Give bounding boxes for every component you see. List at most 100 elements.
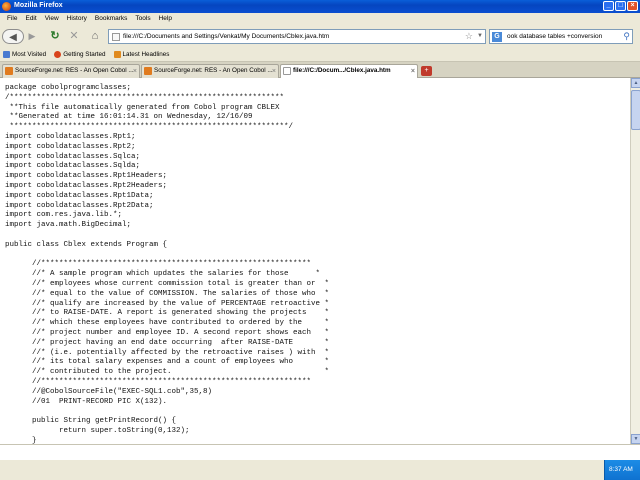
code-line: **Generated at time 16:01:14.31 on Wedne… xyxy=(5,113,253,122)
menu-help[interactable]: Help xyxy=(155,13,176,25)
stop-button[interactable]: ✕ xyxy=(68,29,80,44)
status-bar xyxy=(0,460,604,480)
code-line: return super.toString(0,132); xyxy=(5,426,190,435)
code-line: import coboldataclasses.Rpt1; xyxy=(5,132,136,141)
tab-label: file:///C:/Docum.../Cblex.java.htm xyxy=(293,67,391,74)
menu-bar: File Edit View History Bookmarks Tools H… xyxy=(0,13,640,25)
code-line: //* its total salary expenses and a coun… xyxy=(5,358,330,367)
tab-close-icon[interactable]: × xyxy=(133,66,137,78)
search-input[interactable]: ook database tables +conversion xyxy=(507,33,617,40)
tab-sourceforge-2[interactable]: SourceForge.net: RES - An Open Cobol ...… xyxy=(141,64,279,78)
tab-sourceforge-1[interactable]: SourceForge.net: RES - An Open Cobol ...… xyxy=(2,64,140,78)
vertical-scrollbar[interactable]: ▲ ▼ xyxy=(630,78,640,444)
code-line: import java.math.BigDecimal; xyxy=(5,221,132,230)
code-line: import coboldataclasses.Rpt1Data; xyxy=(5,191,154,200)
search-bar[interactable]: G ook database tables +conversion ⚲ xyxy=(489,29,633,44)
code-line: } xyxy=(5,436,37,444)
code-line: //@CobolSourceFile("EXEC-SQL1.cob",35,8) xyxy=(5,387,213,396)
code-line: **This file automatically generated from… xyxy=(5,103,280,112)
code-line: //* qualify are increased by the value o… xyxy=(5,299,330,308)
search-icon[interactable]: ⚲ xyxy=(623,31,630,42)
bookmark-label: Most Visited xyxy=(12,51,47,58)
code-line: //* contributed to the project. * xyxy=(5,368,330,377)
code-line: //01 PRINT-RECORD PIC X(132). xyxy=(5,397,168,406)
bookmarks-toolbar: Most Visited Getting Started Latest Head… xyxy=(0,48,640,62)
code-line: import coboldataclasses.Sqlca; xyxy=(5,152,141,161)
title-bar: Mozilla Firefox _ □ × xyxy=(0,0,640,13)
source-code: package cobolprogramclasses;/***********… xyxy=(0,78,630,444)
bookmark-getting-started[interactable]: Getting Started xyxy=(54,48,106,61)
code-line: ****************************************… xyxy=(5,123,294,132)
scroll-up-arrow[interactable]: ▲ xyxy=(631,78,640,88)
tab-cblex-java[interactable]: file:///C:/Docum.../Cblex.java.htm × xyxy=(280,64,418,79)
home-button[interactable]: ⌂ xyxy=(88,29,102,44)
search-engine-icon[interactable]: G xyxy=(492,32,502,42)
code-line: import coboldataclasses.Sqlda; xyxy=(5,162,141,171)
window-controls: _ □ × xyxy=(603,1,638,11)
code-line: //* to RAISE-DATE. A report is generated… xyxy=(5,309,330,318)
getting-started-icon xyxy=(54,51,62,58)
code-line: //* which these employees have contribut… xyxy=(5,319,330,328)
code-line: public class Cblex extends Program { xyxy=(5,240,168,249)
menu-bookmarks[interactable]: Bookmarks xyxy=(91,13,132,25)
tab-close-icon[interactable]: × xyxy=(411,66,415,78)
system-tray: 8:37 AM xyxy=(604,460,640,480)
window-title: Mozilla Firefox xyxy=(14,2,63,9)
bookmark-most-visited[interactable]: Most Visited xyxy=(3,48,46,61)
sourceforge-icon xyxy=(5,67,13,75)
bookmark-star-icon[interactable]: ☆ xyxy=(465,31,473,42)
document-icon xyxy=(283,67,291,75)
code-line: public String getPrintRecord() { xyxy=(5,417,177,426)
code-line: //* (i.e. potentially affected by the re… xyxy=(5,348,330,357)
code-line: package cobolprogramclasses; xyxy=(5,84,132,92)
navigation-toolbar: ◀ ▶ ↻ ✕ ⌂ file:///C:/Documents and Setti… xyxy=(0,25,640,48)
scroll-thumb[interactable] xyxy=(631,90,640,130)
code-line: //* project number and employee ID. A se… xyxy=(5,328,330,337)
tab-bar: SourceForge.net: RES - An Open Cobol ...… xyxy=(0,62,640,79)
clock: 8:37 AM xyxy=(609,466,633,473)
bookmark-label: Latest Headlines xyxy=(122,51,170,58)
url-dropdown-icon[interactable]: ▼ xyxy=(477,33,483,39)
code-line: /***************************************… xyxy=(5,93,285,102)
back-button[interactable]: ◀ xyxy=(2,29,24,44)
code-line: //* project having an end date occurring… xyxy=(5,338,330,347)
code-line: import coboldataclasses.Rpt2; xyxy=(5,142,136,151)
code-line: import coboldataclasses.Rpt2Data; xyxy=(5,201,154,210)
code-line: //**************************************… xyxy=(5,260,312,269)
code-line: //**************************************… xyxy=(5,377,312,386)
minimize-button[interactable]: _ xyxy=(603,1,614,11)
tab-label: SourceForge.net: RES - An Open Cobol ... xyxy=(154,67,273,74)
code-line: import com.res.java.lib.*; xyxy=(5,211,123,220)
most-visited-icon xyxy=(3,51,10,58)
scroll-down-arrow[interactable]: ▼ xyxy=(631,434,640,444)
code-line: //* equal to the value of COMMISSION. Th… xyxy=(5,289,330,298)
rss-feed-icon xyxy=(113,51,121,58)
firefox-icon xyxy=(2,2,11,11)
url-text[interactable]: file:///C:/Documents and Settings/Venkat… xyxy=(123,33,329,40)
code-line: //* employees whose current commission t… xyxy=(5,279,330,288)
page-icon xyxy=(112,33,120,41)
tab-close-icon[interactable]: × xyxy=(272,66,276,78)
maximize-button[interactable]: □ xyxy=(615,1,626,11)
bookmark-label: Getting Started xyxy=(63,51,106,58)
menu-history[interactable]: History xyxy=(63,13,91,25)
tab-label: SourceForge.net: RES - An Open Cobol ... xyxy=(15,67,134,74)
menu-tools[interactable]: Tools xyxy=(131,13,154,25)
code-line: //* A sample program which updates the s… xyxy=(5,270,321,279)
sourceforge-icon xyxy=(144,67,152,75)
address-bar[interactable]: file:///C:/Documents and Settings/Venkat… xyxy=(108,29,486,44)
menu-view[interactable]: View xyxy=(41,13,63,25)
page-content: package cobolprogramclasses;/***********… xyxy=(0,78,630,444)
close-button[interactable]: × xyxy=(627,1,638,11)
code-line: import coboldataclasses.Rpt2Headers; xyxy=(5,181,168,190)
new-tab-button[interactable]: + xyxy=(421,66,432,76)
menu-edit[interactable]: Edit xyxy=(21,13,40,25)
bookmark-latest-headlines[interactable]: Latest Headlines xyxy=(113,48,170,61)
reload-button[interactable]: ↻ xyxy=(48,29,62,44)
menu-file[interactable]: File xyxy=(3,13,21,25)
forward-button[interactable]: ▶ xyxy=(26,29,38,44)
bottom-panel xyxy=(0,444,640,460)
